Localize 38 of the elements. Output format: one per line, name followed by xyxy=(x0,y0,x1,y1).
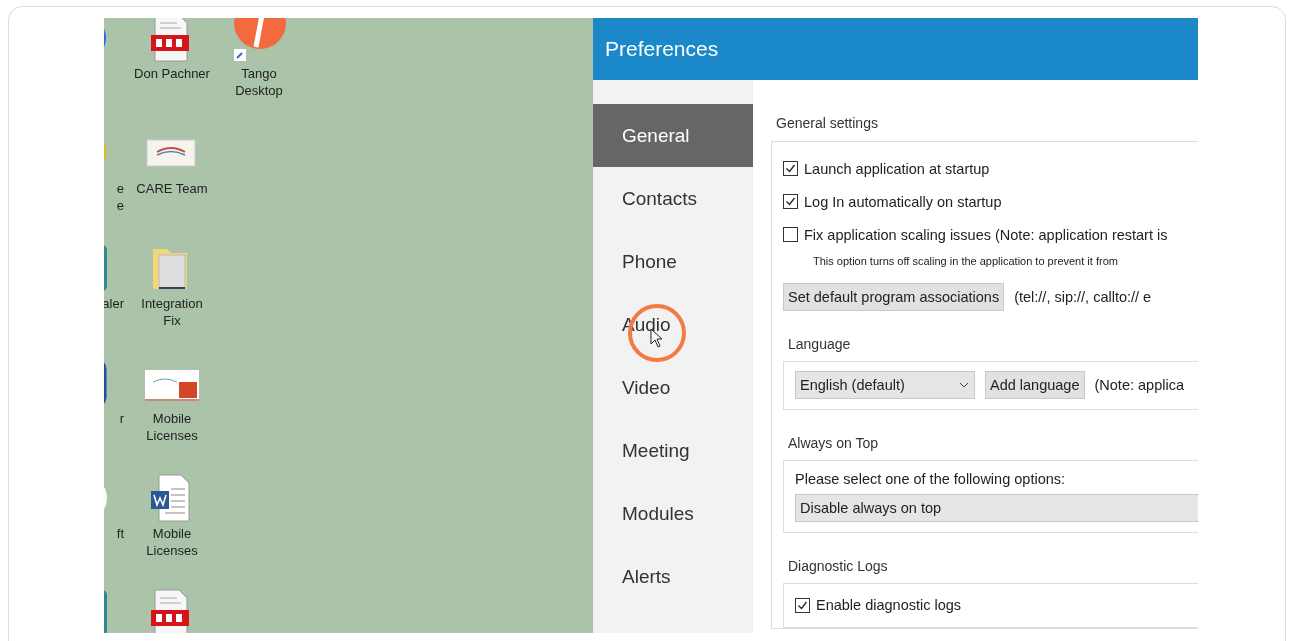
checkbox-label: Launch application at startup xyxy=(804,160,990,177)
icon-label: ft xyxy=(116,525,124,542)
checkbox-label: Fix application scaling issues (Note: application restart is xyxy=(804,226,1168,243)
checkbox[interactable] xyxy=(783,227,798,242)
icon-label: Mobile Licenses xyxy=(146,410,198,444)
chevron-down-icon xyxy=(958,381,970,389)
window-title: Preferences xyxy=(605,37,719,61)
checkbox-label: Enable diagnostic logs xyxy=(816,597,962,613)
icon-label: r xyxy=(119,410,124,427)
associations-button[interactable]: Set default program associations xyxy=(783,283,1005,311)
sidebar-item[interactable]: Modules xyxy=(593,482,753,545)
icon-label: Don Pachner xyxy=(134,65,210,82)
sidebar-item[interactable]: Meeting xyxy=(593,419,753,482)
sidebar-item[interactable]: Alerts xyxy=(593,545,753,608)
checkbox[interactable] xyxy=(783,194,798,209)
sidebar-item[interactable]: Phone xyxy=(593,230,753,293)
section-heading: Always on Top xyxy=(788,435,878,451)
option-note: This option turns off scaling in the application to prevent it from xyxy=(813,255,1118,267)
icon-label: Tango Desktop xyxy=(235,65,283,99)
section-heading: General settings xyxy=(776,115,878,131)
checkbox-label: Log In automatically on startup xyxy=(804,193,1002,210)
icon-label: CARE Team xyxy=(136,180,208,197)
options-prompt: Please select one of the following options: xyxy=(795,471,1066,487)
icon-label: e e xyxy=(116,180,124,214)
associations-hint: (tel://, sip://, callto:// e xyxy=(1014,289,1152,305)
section-heading: Language xyxy=(788,336,851,352)
language-note: (Note: applica xyxy=(1094,377,1184,393)
checkbox[interactable] xyxy=(783,161,798,176)
add-language-button[interactable]: Add language xyxy=(985,371,1085,399)
sidebar-item[interactable]: Contacts xyxy=(593,167,753,230)
sidebar-item[interactable]: General xyxy=(593,104,753,167)
icon-label: Mobile Licenses xyxy=(146,525,198,559)
sidebar-item[interactable]: Video xyxy=(593,356,753,419)
language-dropdown[interactable]: English (default) xyxy=(795,371,975,399)
checkbox[interactable] xyxy=(795,597,810,613)
always-on-top-dropdown[interactable]: Disable always on top xyxy=(795,494,1198,522)
icon-label: Integration Fix xyxy=(141,295,203,329)
section-heading: Diagnostic Logs xyxy=(788,558,888,574)
